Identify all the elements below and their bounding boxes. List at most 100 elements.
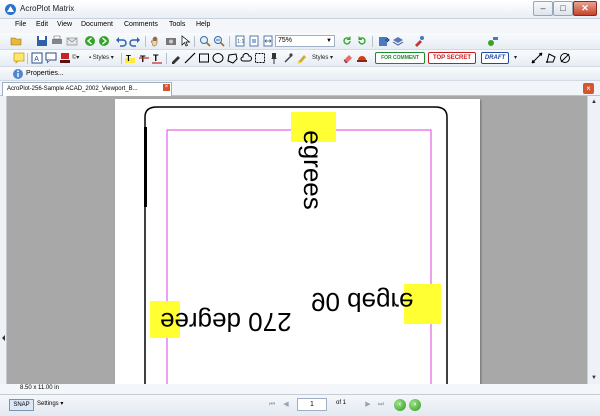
polyline-icon[interactable] [254, 52, 266, 64]
menu-document[interactable]: Document [81, 21, 113, 28]
open-icon[interactable] [10, 35, 22, 47]
next-view-icon[interactable]: › [409, 399, 421, 411]
toolbar-separator [166, 53, 167, 64]
last-page-icon[interactable]: ⏭ [376, 400, 386, 410]
navigation-panel-toggle[interactable] [0, 96, 7, 384]
page-number-input[interactable]: 1 [297, 398, 327, 411]
forward-icon[interactable] [98, 35, 110, 47]
document-page: egrees 90 degre 270 degree [115, 99, 480, 384]
text-styles-label: Styles [92, 55, 110, 61]
line-icon[interactable] [184, 52, 196, 64]
strikeout-text-icon[interactable]: T [138, 52, 150, 64]
stamp-draft[interactable]: DRAFT [481, 52, 509, 64]
drawing-text-mirrored: 90 degre [311, 287, 414, 317]
paint-tool-icon[interactable] [413, 35, 425, 47]
measure-area-icon[interactable] [545, 52, 557, 64]
minimize-button[interactable]: – [533, 1, 553, 16]
copyright-icon[interactable]: ©▾ [72, 54, 79, 61]
polygon-icon[interactable] [226, 52, 238, 64]
toolbar-separator [229, 36, 230, 47]
zoom-out-icon[interactable] [213, 35, 225, 47]
properties-icon [13, 69, 23, 79]
export-icon[interactable] [378, 35, 390, 47]
toolbar-separator [372, 36, 373, 47]
next-page-icon[interactable]: ▶ [363, 400, 373, 410]
close-window-button[interactable]: ✕ [573, 1, 597, 16]
cloud-icon[interactable] [240, 52, 252, 64]
highlight-text-icon[interactable]: T [124, 52, 136, 64]
rectangle-icon[interactable] [198, 52, 210, 64]
rotate-cw-icon[interactable] [356, 35, 368, 47]
fit-page-icon[interactable] [248, 35, 260, 47]
highlighter-icon[interactable] [296, 52, 308, 64]
document-tab[interactable]: AcroPlot-256-Sample ACAD_2002_Viewport_B… [2, 82, 172, 96]
text-styles-dropdown[interactable]: ▪ Styles ▾ [89, 54, 114, 61]
scroll-up-icon[interactable]: ▲ [589, 97, 599, 107]
menu-edit[interactable]: Edit [36, 21, 48, 28]
snapshot-icon[interactable] [165, 35, 177, 47]
document-workspace[interactable]: egrees 90 degre 270 degree [7, 96, 587, 384]
menu-comments[interactable]: Comments [124, 21, 158, 28]
print-icon[interactable] [51, 35, 63, 47]
stamp-top-secret[interactable]: TOP SECRET [428, 52, 476, 64]
menu-help[interactable]: Help [196, 21, 210, 28]
fit-width-icon[interactable] [262, 35, 274, 47]
settings-dropdown[interactable]: Settings ▾ [37, 400, 63, 407]
window-title: AcroPlot Matrix [20, 4, 75, 13]
zoom-level-select[interactable]: 75% ▼ [275, 35, 335, 47]
back-icon[interactable] [84, 35, 96, 47]
vertical-scrollbar[interactable]: ▲ ▼ [587, 96, 600, 384]
actual-size-icon[interactable]: 1:1 [234, 35, 246, 47]
snap-toggle-button[interactable]: SNAP [9, 399, 34, 411]
stamps-dropdown-icon[interactable]: ▾ [514, 54, 517, 61]
eraser-icon[interactable] [342, 52, 354, 64]
close-tab-icon[interactable]: × [163, 84, 170, 91]
status-bar: SNAP Settings ▾ ⏮ ◀ 1 of 1 ▶ ⏭ ‹ › [0, 394, 600, 416]
menu-file[interactable]: File [15, 21, 26, 28]
text-box-icon[interactable]: A [31, 52, 43, 64]
rotate-ccw-icon[interactable] [341, 35, 353, 47]
pushpin-icon[interactable] [268, 52, 280, 64]
drawing-text-rotated-90: egrees [297, 130, 328, 210]
attach-icon[interactable] [282, 52, 294, 64]
main-toolbar: 1:1 75% ▼ [0, 33, 600, 50]
select-arrow-icon[interactable] [179, 35, 191, 47]
page-size-label: 8.50 x 11.00 in [20, 385, 59, 391]
pen-icon[interactable] [170, 52, 182, 64]
layers-icon[interactable] [392, 35, 404, 47]
zoom-in-icon[interactable] [199, 35, 211, 47]
menu-tools[interactable]: Tools [169, 21, 185, 28]
first-page-icon[interactable]: ⏮ [267, 400, 277, 410]
app-logo-icon [5, 4, 16, 15]
svg-text:A: A [34, 56, 39, 63]
svg-text:T: T [126, 54, 131, 63]
callout-icon[interactable] [45, 52, 57, 64]
properties-button[interactable]: Properties... [26, 70, 64, 77]
stamp-icon[interactable] [59, 52, 71, 64]
toolbar-separator [121, 53, 122, 64]
underline-text-icon[interactable]: T [151, 52, 163, 64]
previous-view-icon[interactable]: ‹ [394, 399, 406, 411]
ellipse-icon[interactable] [212, 52, 224, 64]
plot-satellite-icon[interactable] [487, 35, 499, 47]
redo-icon[interactable] [129, 35, 141, 47]
close-document-icon[interactable]: × [583, 83, 594, 94]
document-tab-label: AcroPlot-256-Sample ACAD_2002_Viewport_B… [7, 86, 138, 92]
maximize-button[interactable]: □ [553, 1, 573, 16]
scroll-down-icon[interactable]: ▼ [589, 373, 599, 383]
stamp-for-comment[interactable]: FOR COMMENT [375, 52, 425, 64]
menu-view[interactable]: View [57, 21, 72, 28]
previous-page-icon[interactable]: ◀ [281, 400, 291, 410]
menu-bar: File Edit View Document Comments Tools H… [0, 19, 600, 33]
undo-icon[interactable] [115, 35, 127, 47]
stamp-tool-icon[interactable] [356, 52, 368, 64]
hand-tool-icon[interactable] [150, 35, 162, 47]
save-icon[interactable] [36, 35, 48, 47]
measure-distance-icon[interactable] [531, 52, 543, 64]
measure-perimeter-icon[interactable] [559, 52, 571, 64]
toolbar-separator [194, 36, 195, 47]
email-icon[interactable] [66, 35, 78, 47]
sticky-note-icon[interactable] [13, 52, 25, 64]
markup-styles-dropdown[interactable]: Styles ▾ [312, 54, 333, 61]
toolbar-separator [145, 36, 146, 47]
